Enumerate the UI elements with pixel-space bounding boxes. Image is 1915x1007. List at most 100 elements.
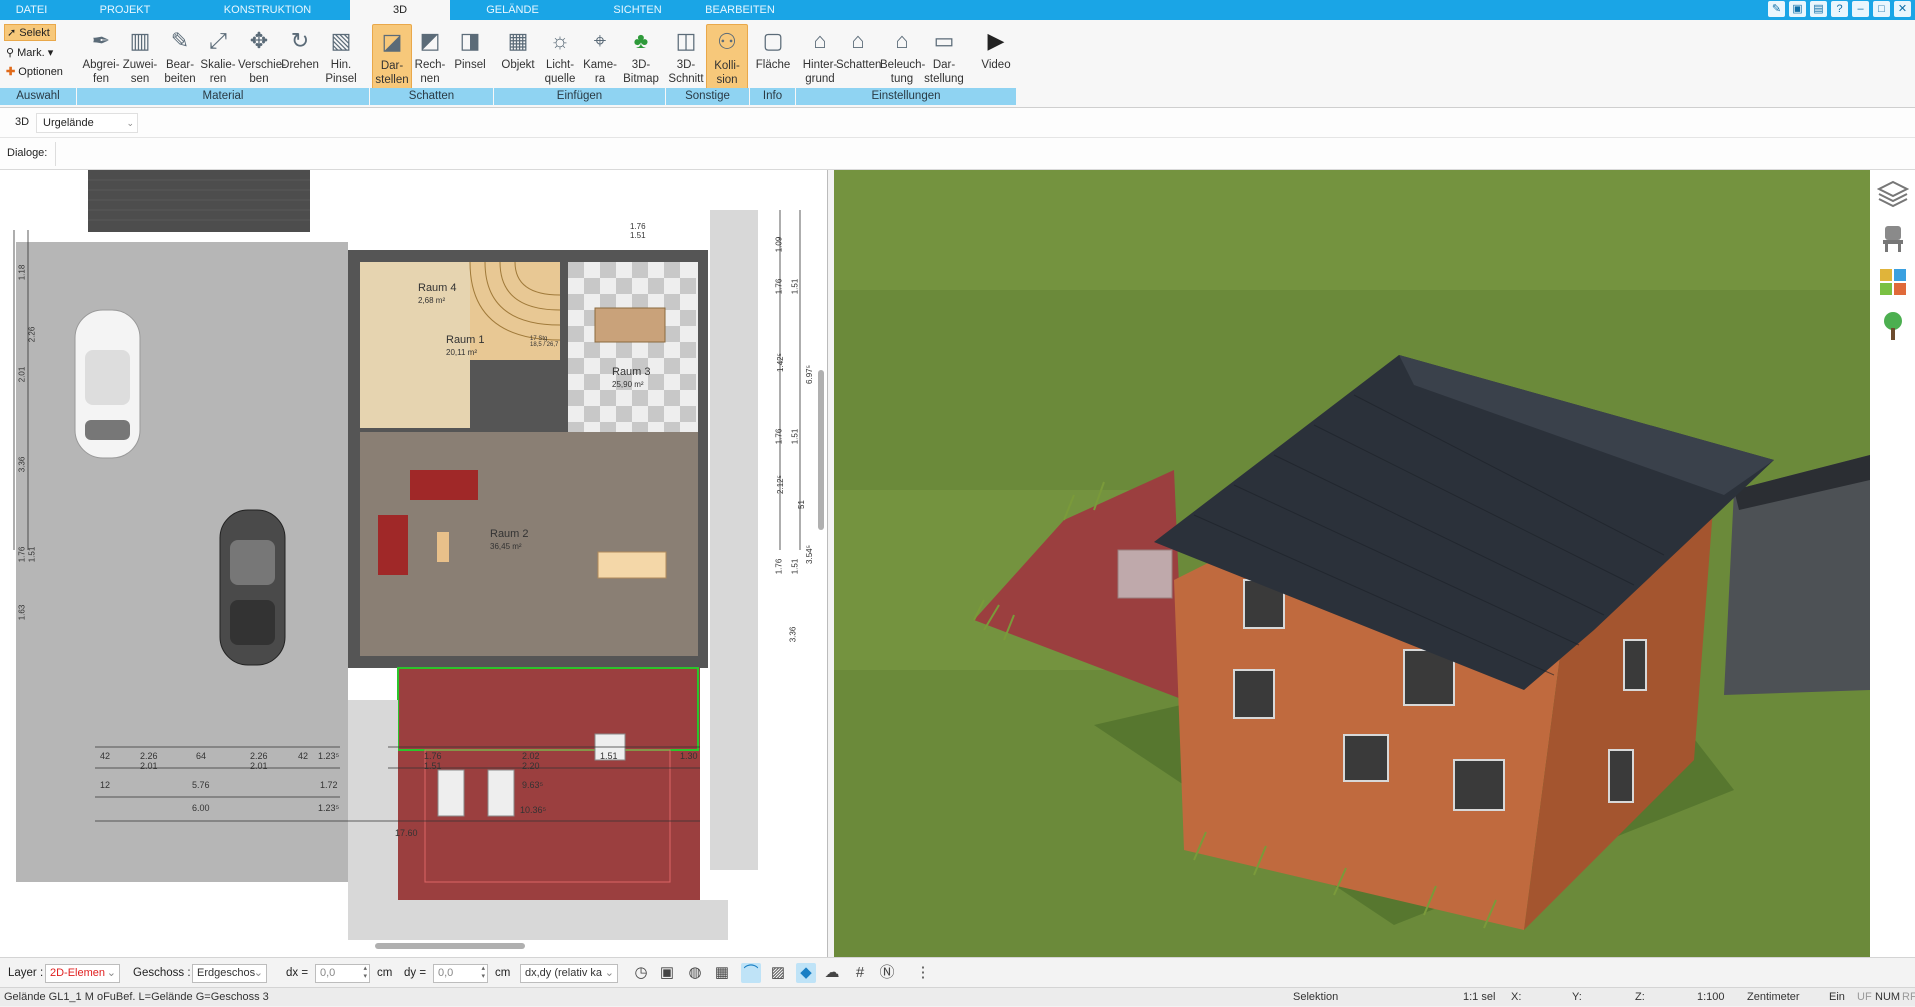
lighting-icon: ⌂	[895, 28, 909, 53]
wall-icon[interactable]: ⌒	[741, 963, 761, 983]
close-icon[interactable]: ✕	[1894, 1, 1911, 17]
layers-icon[interactable]	[1876, 178, 1910, 210]
dy-input[interactable]: 0,0 ▴ ▾	[433, 964, 488, 983]
layer-select[interactable]: 2D-Elemen ⌄	[45, 964, 120, 983]
dimension-label: 42	[100, 751, 111, 761]
group-info: Info	[750, 88, 796, 105]
ribbon-button-camera[interactable]: ⌖ Kame- ra	[580, 24, 620, 90]
dimension-label-vertical: 1.76	[17, 546, 27, 563]
tab-konstruktion[interactable]: KONSTRUKTION	[210, 0, 325, 20]
dx-input[interactable]: 0,0 ▴ ▾	[315, 964, 370, 983]
table-2	[597, 551, 667, 579]
bucket-icon[interactable]: ▦	[712, 963, 732, 983]
restore-icon[interactable]: ▣	[1789, 1, 1806, 17]
ribbon-button-house-shadow[interactable]: ⌂ Schatten	[836, 24, 882, 90]
ribbon-button-edit-material[interactable]: ✎ Bear- beiten	[160, 24, 200, 90]
ribbon-button-shadow-brush[interactable]: ◨ Pinsel	[448, 24, 492, 90]
status-bar: Gelände GL1_1 M oFuBef. L=Gelände G=Gesc…	[0, 987, 1915, 1006]
dialoge-divider	[55, 142, 56, 166]
tab-sichten[interactable]: SICHTEN	[600, 0, 675, 20]
north-icon[interactable]: Ⓝ	[877, 963, 897, 983]
dimension-label: 2.26	[140, 751, 158, 761]
minimize-icon[interactable]: –	[1852, 1, 1869, 17]
maximize-icon[interactable]: □	[1873, 1, 1890, 17]
plant-icon[interactable]	[1877, 310, 1909, 342]
ribbon-button-shadow-display[interactable]: ◪ Dar- stellen	[372, 24, 412, 90]
grid-icon[interactable]: #	[850, 963, 870, 983]
floor-plan-view[interactable]: Raum 4 2,68 m² Raum 1 20,11 m² Raum 3 25…	[0, 170, 828, 957]
optionen-button[interactable]: ✚ Optionen	[4, 64, 74, 81]
cloud-icon[interactable]: ☁	[822, 963, 842, 983]
mode-select[interactable]: dx,dy (relativ ka ⌄	[520, 964, 618, 983]
tree-icon: ♣	[633, 28, 649, 53]
layer-label: Layer :	[8, 967, 44, 979]
monitor-icon[interactable]: ▣	[657, 963, 677, 983]
play-icon: ▶	[987, 28, 1005, 53]
ribbon-button-background-brush[interactable]: ▧ Hin. Pinsel	[320, 24, 362, 90]
tab-gelaende[interactable]: GELÄNDE	[470, 0, 555, 20]
ribbon-button-scale[interactable]: ⤢ Skalie- ren	[198, 24, 238, 90]
dimension-top: 1.76 1.51	[630, 222, 646, 240]
group-schatten: Schatten	[370, 88, 494, 105]
ribbon-button-object[interactable]: ▦ Objekt	[496, 24, 540, 90]
collision-icon: ⚇	[717, 29, 737, 54]
geschoss-select[interactable]: Erdgeschos ⌄	[192, 964, 267, 983]
help-icon[interactable]: ?	[1831, 1, 1848, 17]
hedge-bottom	[348, 900, 728, 940]
dimension-label: 64	[196, 751, 207, 761]
render-icon[interactable]: ◍	[685, 963, 705, 983]
hatch-icon[interactable]: ▨	[768, 963, 788, 983]
y-coord-label: Y:	[1572, 991, 1582, 1003]
ribbon-button-shadow-calc[interactable]: ◩ Rech- nen	[410, 24, 450, 90]
tab-datei[interactable]: DATEI	[4, 0, 59, 20]
dimension-label-vertical: 1.63	[17, 604, 27, 621]
layout-icon[interactable]: ▤	[1810, 1, 1827, 17]
tools-icon[interactable]: ✎	[1768, 1, 1785, 17]
materials-icon[interactable]	[1877, 266, 1909, 298]
clock-icon[interactable]: ◷	[631, 963, 651, 983]
display-icon: ▭	[933, 28, 955, 53]
mark-button[interactable]: ⚲ Mark. ▾	[4, 45, 64, 62]
shadow-display-icon: ◪	[381, 29, 403, 54]
3d-view[interactable]	[834, 170, 1870, 957]
ribbon-button-display[interactable]: ▭ Dar- stellung	[922, 24, 966, 90]
ribbon-button-label: Dar- stellung	[924, 59, 964, 85]
ribbon-button-area[interactable]: ▢ Fläche	[752, 24, 794, 90]
tab-projekt[interactable]: PROJEKT	[90, 0, 160, 20]
group-einfuegen: Einfügen	[494, 88, 666, 105]
shadow-calc-icon: ◩	[419, 28, 441, 53]
selekt-button[interactable]: ➚ Selekt	[4, 24, 56, 41]
chair-icon[interactable]	[1877, 222, 1909, 254]
ribbon-button-lighting[interactable]: ⌂ Beleuch- tung	[880, 24, 925, 90]
ribbon-button-label: Schatten	[836, 59, 882, 71]
ribbon-button-tree[interactable]: ♣ 3D- Bitmap	[618, 24, 664, 90]
dimension-label-vertical: 1.42⁵	[775, 353, 785, 372]
ribbon-button-rotate[interactable]: ↻ Drehen	[280, 24, 320, 90]
ribbon-button-assign-material[interactable]: ▥ Zuwei- sen	[120, 24, 160, 90]
3d-scene	[834, 170, 1870, 957]
menu-bar: DATEI PROJEKT KONSTRUKTION 3D GELÄNDE SI…	[0, 0, 1915, 20]
spinner-icon[interactable]: ▴ ▾	[363, 965, 367, 981]
mark-icon: ⚲	[6, 47, 15, 59]
tab-3d[interactable]: 3D	[350, 0, 450, 20]
dimension-label-vertical: 1.51	[27, 546, 37, 563]
layer-select[interactable]: Urgelände ⌄	[36, 113, 138, 133]
ribbon-button-lightbulb[interactable]: ☼ Licht- quelle	[538, 24, 582, 90]
ribbon-button-collision[interactable]: ⚇ Kolli- sion	[706, 24, 748, 90]
dimension-label: 6.00	[192, 803, 210, 813]
ribbon-button-eyedropper[interactable]: ✒ Abgrei- fen	[80, 24, 122, 90]
ribbon-button-move[interactable]: ✥ Verschie- ben	[238, 24, 286, 90]
dimension-label-vertical: 3.54⁵	[804, 545, 814, 564]
ribbon-button-section[interactable]: ◫ 3D- Schnitt	[666, 24, 706, 90]
layer-view-icon[interactable]: ◆	[796, 963, 816, 983]
dimension-label: 2.02	[522, 751, 540, 761]
tab-bearbeiten[interactable]: BEARBEITEN	[700, 0, 780, 20]
dimension-label: 5.76	[192, 780, 210, 790]
ribbon-button-play[interactable]: ▶ Video	[976, 24, 1016, 90]
dimension-label: 1.51	[424, 761, 442, 771]
scale-status: 1:100	[1697, 991, 1725, 1003]
sofa	[410, 470, 478, 500]
num-status: NUM	[1875, 991, 1901, 1003]
spinner-icon[interactable]: ▴ ▾	[481, 965, 485, 981]
more-icon[interactable]: ⋮	[913, 963, 933, 983]
